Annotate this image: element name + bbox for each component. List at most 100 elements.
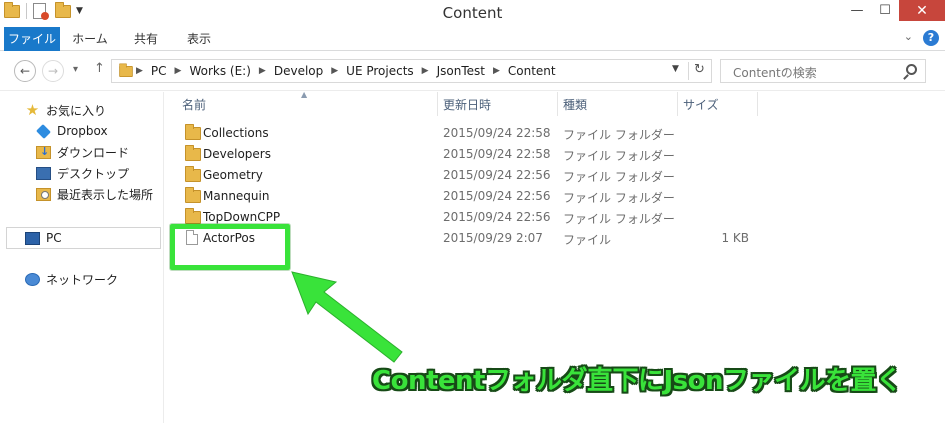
ribbon-right-controls: ⌄ ? — [904, 30, 939, 46]
breadcrumb-item-develop[interactable]: Develop — [274, 64, 323, 78]
table-row[interactable]: Geometry 2015/09/24 22:56 ファイル フォルダー — [165, 165, 945, 186]
file-name: Developers — [203, 147, 271, 161]
navigation-pane: ★ お気に入り Dropbox ダウンロード デスクトップ 最近表示した場所 P… — [0, 92, 164, 423]
column-header-date[interactable]: 更新日時 — [443, 96, 491, 113]
file-type: ファイル フォルダー — [563, 170, 675, 184]
navigation-bar: ← → ▾ ↑ ▶ PC ▶ Works (E:) ▶ Develop ▶ UE… — [0, 51, 945, 91]
chevron-right-icon[interactable]: ▶ — [259, 66, 266, 76]
help-icon[interactable]: ? — [923, 30, 939, 46]
column-divider[interactable] — [557, 92, 558, 116]
quick-access-toolbar: ▼ — [4, 1, 83, 20]
sidebar-item-label: Dropbox — [57, 124, 108, 138]
sidebar-item-pc[interactable]: PC — [25, 228, 62, 248]
sidebar-item-label: 最近表示した場所 — [57, 187, 154, 202]
back-arrow-icon[interactable]: ← — [14, 60, 36, 82]
sidebar-item-label: PC — [46, 231, 62, 245]
folder-icon — [119, 63, 133, 78]
table-row[interactable]: Developers 2015/09/24 22:58 ファイル フォルダー — [165, 144, 945, 165]
breadcrumb: ▶ PC ▶ Works (E:) ▶ Develop ▶ UE Project… — [136, 64, 556, 78]
chevron-right-icon[interactable]: ▶ — [331, 66, 338, 76]
file-name: TopDownCPP — [203, 210, 281, 224]
title-bar: ▼ Content — ☐ ✕ — [0, 0, 945, 27]
tab-share[interactable]: 共有 — [118, 27, 174, 51]
file-type: ファイル — [563, 233, 612, 247]
chevron-right-icon[interactable]: ▶ — [136, 66, 143, 76]
breadcrumb-item-works[interactable]: Works (E:) — [189, 64, 250, 78]
forward-arrow-icon[interactable]: → — [42, 60, 64, 82]
folder-icon — [185, 208, 201, 224]
folder-icon — [185, 187, 201, 203]
sidebar-item-label: ネットワーク — [46, 272, 119, 287]
column-header-name[interactable]: 名前 — [182, 96, 206, 113]
sidebar-item-label: デスクトップ — [57, 166, 130, 181]
annotation-text: Contentフォルダ直下にJsonファイルを置く — [372, 366, 902, 396]
folder-icon[interactable] — [4, 1, 20, 18]
window-title: Content — [442, 4, 503, 22]
sidebar-item-desktop[interactable]: デスクトップ — [36, 163, 129, 183]
breadcrumb-item-ue-projects[interactable]: UE Projects — [346, 64, 414, 78]
file-date: 2015/09/24 22:58 — [443, 147, 551, 161]
download-icon — [36, 145, 51, 159]
column-header-size[interactable]: サイズ — [683, 96, 719, 113]
chevron-right-icon[interactable]: ▶ — [422, 66, 429, 76]
properties-icon[interactable] — [33, 3, 49, 20]
file-type: ファイル フォルダー — [563, 191, 675, 205]
minimize-icon[interactable]: — — [843, 0, 871, 21]
sidebar-item-label: お気に入り — [46, 103, 107, 118]
file-type: ファイル フォルダー — [563, 212, 675, 226]
file-name: Collections — [203, 126, 269, 140]
column-header-type[interactable]: 種類 — [563, 96, 587, 113]
maximize-icon[interactable]: ☐ — [871, 0, 899, 21]
up-arrow-icon[interactable]: ↑ — [94, 61, 105, 76]
close-icon[interactable]: ✕ — [899, 0, 945, 21]
customize-toolbar-chevron-icon[interactable]: ▼ — [76, 6, 83, 16]
chevron-right-icon[interactable]: ▶ — [175, 66, 182, 76]
highlight-box — [170, 224, 290, 270]
file-type: ファイル フォルダー — [563, 149, 675, 163]
recent-locations-chevron-icon[interactable]: ▾ — [73, 64, 78, 75]
dropbox-icon — [36, 123, 51, 139]
desktop-icon — [36, 166, 51, 180]
tab-view[interactable]: 表示 — [174, 27, 224, 51]
tab-home[interactable]: ホーム — [62, 27, 118, 51]
file-date: 2015/09/24 22:58 — [443, 126, 551, 140]
network-icon — [25, 272, 40, 286]
address-bar[interactable]: ▶ PC ▶ Works (E:) ▶ Develop ▶ UE Project… — [111, 59, 712, 83]
file-date: 2015/09/24 22:56 — [443, 189, 551, 203]
sidebar-item-network[interactable]: ネットワーク — [25, 269, 118, 289]
sidebar-item-label: ダウンロード — [57, 145, 130, 160]
table-row[interactable]: Mannequin 2015/09/24 22:56 ファイル フォルダー — [165, 186, 945, 207]
pc-icon — [25, 231, 40, 245]
breadcrumb-item-pc[interactable]: PC — [151, 64, 167, 78]
expand-ribbon-chevron-icon[interactable]: ⌄ — [904, 30, 913, 46]
sidebar-item-dropbox[interactable]: Dropbox — [36, 121, 108, 141]
folder-icon — [185, 145, 201, 161]
sidebar-item-recent-places[interactable]: 最近表示した場所 — [36, 184, 153, 204]
search-icon[interactable] — [906, 64, 917, 75]
refresh-icon[interactable]: ↻ — [688, 62, 710, 80]
sidebar-item-favorites[interactable]: ★ お気に入り — [25, 100, 106, 120]
folder-icon — [185, 124, 201, 140]
sort-ascending-icon: ▲ — [301, 90, 308, 99]
breadcrumb-item-content[interactable]: Content — [508, 64, 556, 78]
file-date: 2015/09/24 22:56 — [443, 168, 551, 182]
star-icon: ★ — [25, 100, 40, 119]
sidebar-item-downloads[interactable]: ダウンロード — [36, 142, 129, 162]
column-divider[interactable] — [757, 92, 758, 116]
ribbon-tabs: ファイル ホーム 共有 表示 ⌄ ? — [0, 27, 945, 51]
chevron-right-icon[interactable]: ▶ — [493, 66, 500, 76]
address-history-chevron-icon[interactable]: ▼ — [672, 64, 679, 74]
window-controls: — ☐ ✕ — [843, 0, 945, 21]
folder-icon — [185, 166, 201, 182]
toolbar-divider — [26, 3, 27, 19]
column-divider[interactable] — [677, 92, 678, 116]
file-size: 1 KB — [721, 231, 749, 245]
tab-file[interactable]: ファイル — [4, 27, 60, 51]
search-input[interactable]: Contentの検索 — [720, 59, 926, 83]
new-folder-icon[interactable] — [55, 1, 71, 18]
breadcrumb-item-jsontest[interactable]: JsonTest — [437, 64, 485, 78]
column-divider[interactable] — [437, 92, 438, 116]
table-row[interactable]: Collections 2015/09/24 22:58 ファイル フォルダー — [165, 123, 945, 144]
file-name: Mannequin — [203, 189, 270, 203]
file-date: 2015/09/29 2:07 — [443, 231, 543, 245]
